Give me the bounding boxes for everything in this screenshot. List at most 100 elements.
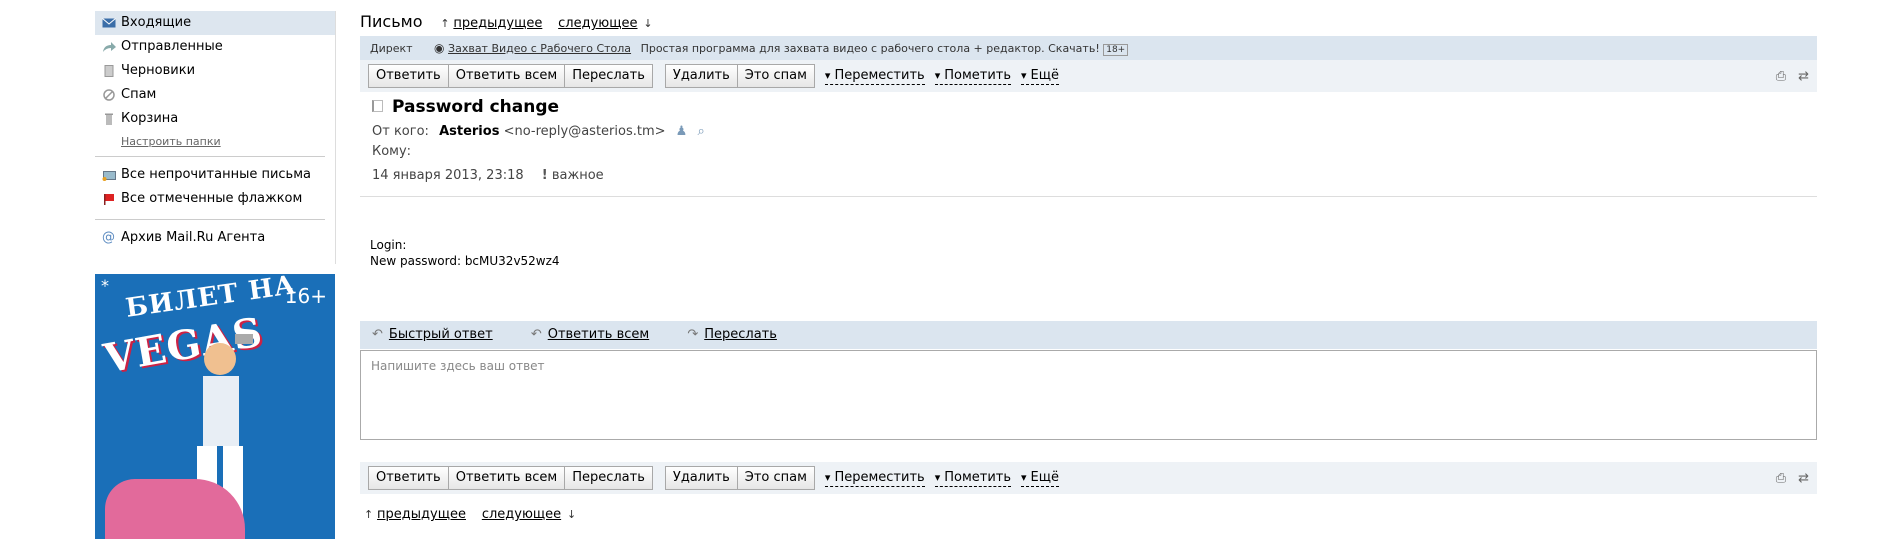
forward-button[interactable]: Переслать [565, 466, 653, 490]
divider [95, 156, 325, 157]
quick-reply-link[interactable]: Быстрый ответ [389, 327, 493, 342]
folder-sent[interactable]: Отправленные [95, 35, 335, 59]
folder-label: Отправленные [121, 39, 223, 54]
mark-dropdown[interactable]: Пометить [934, 470, 1012, 487]
filter-label: Архив Mail.Ru Агента [121, 230, 266, 245]
folder-label: Входящие [121, 15, 192, 30]
forward-button[interactable]: Переслать [565, 64, 653, 88]
sidebar-separator [335, 11, 336, 264]
message-subject: Password change [392, 97, 560, 117]
message-subject-row: Password change [360, 92, 1817, 122]
spam-button[interactable]: Это спам [737, 466, 815, 490]
body-line: New password: bcMU32v52wz4 [370, 254, 560, 268]
to-label: Кому: [372, 144, 412, 159]
more-dropdown[interactable]: Ещё [1021, 68, 1060, 85]
important-icon[interactable]: ! [542, 168, 548, 183]
direct-ad-link[interactable]: Захват Видео с Рабочего Стола [448, 42, 631, 55]
toolbar-right-icons: ⎙ ⇄ [1776, 471, 1809, 486]
quick-reply-all-link[interactable]: Ответить всем [548, 327, 649, 342]
message-toolbar: Ответить Ответить всем Переслать Удалить… [360, 60, 1817, 92]
bottom-nav: ↑ предыдущее следующее ↓ [360, 502, 1817, 526]
at-icon: @ [102, 230, 115, 245]
next-message-link[interactable]: следующее [558, 16, 637, 31]
draft-icon [104, 65, 114, 77]
divider [95, 219, 325, 220]
direct-ad-text: Простая программа для захвата видео с ра… [640, 42, 1100, 55]
folder-label: Спам [121, 87, 157, 102]
folder-inbox[interactable]: Входящие [95, 11, 335, 35]
ad-pink-car [105, 479, 245, 539]
up-arrow-icon: ↑ [440, 17, 450, 30]
important-label[interactable]: важное [552, 168, 604, 183]
direct-ad-bar: Директ ◉ Захват Видео с Рабочего Стола П… [360, 36, 1817, 60]
flagged-filter[interactable]: Все отмеченные флажком [95, 187, 335, 211]
filter-label: Все непрочитанные письма [121, 167, 311, 182]
reply-textarea[interactable]: Напишите здесь ваш ответ [360, 350, 1817, 440]
sender-email: <no-reply@asterios.tm> [503, 124, 666, 139]
mark-dropdown[interactable]: Пометить [934, 68, 1012, 85]
sender-name[interactable]: Asterios [439, 124, 499, 139]
folder-drafts[interactable]: Черновики [95, 59, 335, 83]
move-dropdown[interactable]: Переместить [824, 68, 925, 85]
next-message-link[interactable]: следующее [482, 507, 561, 522]
folder-spam[interactable]: Спам [95, 83, 335, 107]
agent-archive[interactable]: @ Архив Mail.Ru Агента [95, 226, 335, 250]
ad-banner[interactable]: * БИЛЕТ НА VEGAS 16+ [95, 274, 335, 539]
from-label: От кого: [372, 124, 429, 139]
prev-message-link[interactable]: предыдущее [453, 16, 542, 31]
setup-folders-link[interactable]: Настроить папки [95, 135, 335, 148]
more-dropdown[interactable]: Ещё [1021, 470, 1060, 487]
message-date: 14 января 2013, 23:18 [372, 168, 524, 183]
age-badge: 18+ [1103, 44, 1129, 56]
message-meta: От кого: Asterios <no-reply@asterios.tm>… [360, 122, 1817, 186]
reply-all-button[interactable]: Ответить всем [448, 64, 566, 88]
search-sender-icon[interactable]: ⌕ [697, 124, 704, 139]
prev-message-link[interactable]: предыдущее [377, 507, 466, 522]
to-row: Кому: [372, 142, 1817, 162]
date-row: 14 января 2013, 23:18 ! важное [372, 166, 1817, 186]
toolbar-right-icons: ⎙ ⇄ [1776, 69, 1809, 84]
message-body: Login: New password: bcMU32v52wz4 [360, 197, 1817, 269]
reply-all-button[interactable]: Ответить всем [448, 466, 566, 490]
camera-icon: ◉ [434, 41, 445, 55]
filter-label: Все отмеченные флажком [121, 191, 303, 206]
down-arrow-icon: ↓ [566, 508, 577, 521]
ad-age-rating: 16+ [284, 284, 327, 308]
print-icon[interactable]: ⎙ [1776, 471, 1786, 486]
reply-all-arrow-icon: ↶ [530, 327, 542, 342]
down-arrow-icon: ↓ [643, 17, 653, 30]
page-title: Письмо [360, 12, 423, 31]
reply-button[interactable]: Ответить [368, 64, 449, 88]
flag-icon [104, 194, 114, 205]
delete-button[interactable]: Удалить [664, 64, 738, 88]
reply-button[interactable]: Ответить [368, 466, 449, 490]
translate-icon[interactable]: ⇄ [1798, 69, 1809, 84]
forward-arrow-icon: ↷ [687, 327, 699, 342]
direct-label: Директ [370, 42, 413, 55]
trash-icon [105, 113, 113, 125]
sent-arrow-icon [103, 42, 116, 52]
translate-icon[interactable]: ⇄ [1798, 471, 1809, 486]
from-row: От кого: Asterios <no-reply@asterios.tm>… [372, 122, 1817, 142]
message-view: Письмо ↑ предыдущее следующее ↓ Директ ◉… [360, 10, 1817, 526]
folder-sidebar: Входящие Отправленные Черновики Спам Кор… [95, 11, 335, 250]
message-header: Письмо ↑ предыдущее следующее ↓ [360, 10, 1817, 34]
unread-envelope-icon [102, 171, 116, 181]
print-icon[interactable]: ⎙ [1776, 69, 1786, 84]
ad-star: * [101, 276, 109, 295]
move-dropdown[interactable]: Переместить [824, 470, 925, 487]
envelope-icon [102, 18, 116, 28]
reply-arrow-icon: ↶ [372, 327, 383, 342]
spam-icon [103, 89, 115, 101]
folder-label: Черновики [121, 63, 196, 78]
spam-button[interactable]: Это спам [737, 64, 815, 88]
unread-filter[interactable]: Все непрочитанные письма [95, 163, 335, 187]
quick-forward-link[interactable]: Переслать [704, 327, 777, 342]
folder-label: Корзина [121, 111, 179, 126]
delete-button[interactable]: Удалить [664, 466, 738, 490]
add-contact-icon[interactable]: ♟ [676, 124, 688, 139]
flag-toggle-icon[interactable] [372, 100, 383, 112]
body-line: Login: [370, 238, 407, 252]
folder-trash[interactable]: Корзина [95, 107, 335, 131]
quick-reply-bar: ↶ Быстрый ответ ↶ Ответить всем ↷ Переслать [360, 321, 1817, 349]
